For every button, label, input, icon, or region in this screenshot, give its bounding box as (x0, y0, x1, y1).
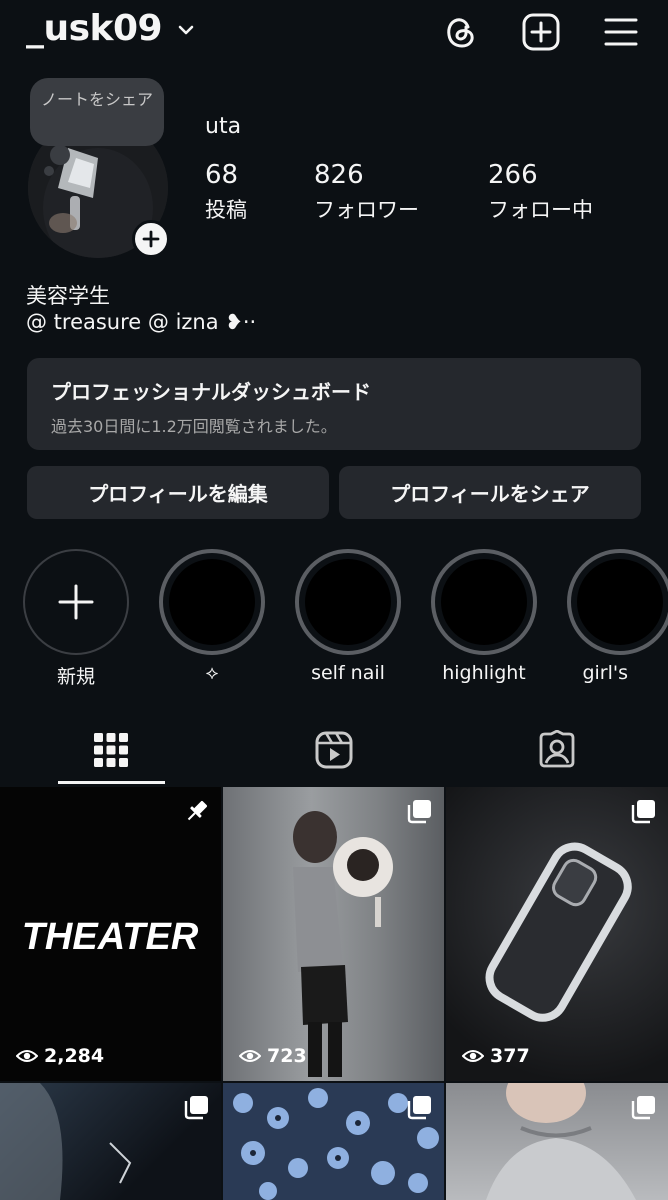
following-count[interactable]: 266 (488, 160, 538, 190)
chevron-down-icon[interactable] (176, 20, 196, 40)
post-tile-2[interactable]: 723 (223, 787, 444, 1081)
dashboard-subtitle: 過去30日間に1.2万回閲覧されました。 (51, 417, 337, 436)
note-bubble-tail-small (44, 166, 54, 176)
post-tile-6[interactable] (446, 1083, 668, 1200)
note-bubble-tail (50, 145, 70, 165)
plus-icon (58, 584, 94, 620)
post-tile-1[interactable]: THEATER 2,284 (0, 787, 221, 1081)
post-title-theater: THEATER (22, 916, 199, 958)
dashboard-title: プロフェッショナルダッシュボード (51, 380, 371, 404)
tagged-icon[interactable] (537, 730, 577, 770)
professional-dashboard-card[interactable]: プロフェッショナルダッシュボード 過去30日間に1.2万回閲覧されました。 (27, 358, 641, 450)
pin-icon (187, 801, 207, 821)
bio-line-2[interactable]: @ treasure @ izna ❥·· (26, 310, 256, 334)
post-views-count: 377 (490, 1045, 530, 1067)
new-highlight-button[interactable] (23, 549, 129, 655)
username-title[interactable]: _usk09 (26, 8, 163, 49)
edit-profile-button[interactable]: プロフィールを編集 (27, 466, 329, 519)
highlight-self-nail[interactable] (295, 549, 401, 655)
add-story-icon[interactable] (132, 220, 170, 258)
highlight-label-new: 新規 (56, 666, 95, 688)
highlight-label-self-nail: self nail (311, 662, 385, 684)
post-image (485, 842, 632, 1022)
carousel-icon (407, 1096, 431, 1120)
carousel-icon (407, 800, 431, 824)
highlight-label-girls: girl's (582, 662, 628, 684)
carousel-icon (631, 1096, 655, 1120)
followers-label[interactable]: フォロワー (314, 194, 419, 224)
carousel-icon (631, 800, 655, 824)
eye-icon (16, 1050, 38, 1062)
menu-icon[interactable] (601, 12, 641, 52)
display-name: uta (205, 114, 242, 139)
note-bubble[interactable]: ノートをシェア (30, 78, 164, 146)
eye-icon (239, 1050, 261, 1062)
bio-line-1: 美容学生 (26, 284, 110, 308)
carousel-icon (184, 1096, 208, 1120)
followers-count[interactable]: 826 (314, 160, 364, 190)
post-tile-4[interactable] (0, 1083, 221, 1200)
post-views-count: 2,284 (44, 1045, 105, 1067)
eye-icon (462, 1050, 484, 1062)
posts-count: 68 (205, 160, 239, 190)
post-views-count: 723 (267, 1045, 307, 1067)
post-views: 377 (462, 1045, 530, 1067)
highlight-sparkle[interactable] (159, 549, 265, 655)
threads-icon[interactable] (441, 12, 481, 52)
active-tab-indicator (58, 781, 165, 784)
post-image (293, 811, 393, 1077)
posts-label: 投稿 (205, 198, 247, 222)
highlight-highlight[interactable] (431, 549, 537, 655)
highlight-label-sparkle: ⟡ (205, 662, 219, 684)
grid-icon[interactable] (91, 730, 131, 770)
post-views: 723 (239, 1045, 307, 1067)
reels-icon[interactable] (314, 730, 354, 770)
post-image: THEATER (22, 916, 199, 958)
highlight-girls[interactable] (567, 549, 668, 655)
share-profile-button[interactable]: プロフィールをシェア (339, 466, 641, 519)
post-tile-3[interactable]: 377 (446, 787, 668, 1081)
following-label[interactable]: フォロー中 (488, 194, 593, 224)
post-views: 2,284 (16, 1045, 104, 1067)
post-tile-5[interactable] (223, 1083, 444, 1200)
create-icon[interactable] (521, 12, 561, 52)
